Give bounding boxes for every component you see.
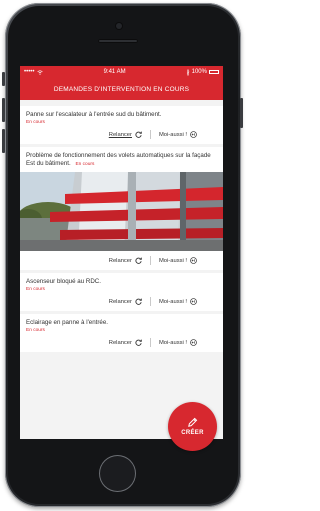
front-camera (116, 23, 122, 29)
moi-aussi-label: Moi-aussi ! (158, 257, 187, 264)
moi-aussi-button[interactable]: Moi-aussi ! (159, 298, 197, 305)
moi-aussi-label: Moi-aussi ! (158, 131, 187, 138)
moi-aussi-button[interactable]: Moi-aussi ! (159, 257, 197, 264)
create-button-label: CRÉER (181, 430, 204, 436)
moi-aussi-label: Moi-aussi ! (158, 339, 187, 346)
plus-one-icon (190, 257, 197, 264)
plus-one-icon (190, 298, 197, 305)
volume-down-button (2, 129, 5, 153)
action-divider (149, 338, 151, 347)
request-title: Problème de fonctionnement des volets au… (26, 152, 211, 167)
request-title: Ascenseur bloqué au RDC. (26, 278, 101, 285)
status-badge: En cours (75, 162, 95, 167)
plus-one-icon (190, 339, 197, 346)
relancer-button[interactable]: Relancer (109, 298, 142, 305)
battery-icon (208, 70, 219, 74)
app-screen: ••••• 9:41 AM ∦ 100% DEMANDES D'INTERVEN… (20, 66, 223, 439)
mute-switch (2, 72, 5, 86)
relancer-label: Relancer (108, 257, 132, 264)
plus-one-icon (190, 131, 197, 138)
refresh-icon (135, 131, 142, 138)
battery-percent: 100% (191, 69, 207, 75)
refresh-icon (135, 298, 142, 305)
relancer-button[interactable]: Relancer (109, 339, 142, 346)
request-photo (20, 172, 223, 251)
create-request-button[interactable]: CRÉER (168, 402, 217, 451)
status-bar: ••••• 9:41 AM ∦ 100% (20, 66, 223, 78)
building-facade-image (20, 172, 223, 251)
home-button[interactable] (99, 455, 136, 492)
request-card[interactable]: Panne sur l'escalateur à l'entrée sud du… (20, 106, 223, 144)
moi-aussi-button[interactable]: Moi-aussi ! (159, 339, 197, 346)
bluetooth-icon: ∦ (186, 69, 190, 76)
request-card[interactable]: Eclairage en panne à l'entrée. En cours … (20, 314, 223, 352)
action-divider (149, 256, 151, 265)
moi-aussi-button[interactable]: Moi-aussi ! (159, 131, 197, 138)
refresh-icon (135, 339, 142, 346)
refresh-icon (135, 257, 142, 264)
action-divider (149, 297, 151, 306)
signal-dots: ••••• (24, 69, 35, 75)
status-time: 9:41 AM (103, 69, 126, 75)
request-actions: Relancer Moi-aussi ! (26, 292, 217, 311)
relancer-label: Relancer (108, 339, 132, 346)
relancer-label: Relancer (108, 298, 132, 305)
request-title: Panne sur l'escalateur à l'entrée sud du… (26, 111, 162, 118)
power-button (240, 98, 243, 128)
page-title: DEMANDES D'INTERVENTION EN COURS (20, 78, 223, 100)
volume-up-button (2, 98, 5, 122)
request-title: Eclairage en panne à l'entrée. (26, 319, 109, 326)
request-card[interactable]: Ascenseur bloqué au RDC. En cours Relanc… (20, 273, 223, 311)
relancer-button[interactable]: Relancer (109, 257, 142, 264)
request-actions: Relancer Moi-aussi ! (26, 125, 217, 144)
relancer-button[interactable]: Relancer (109, 131, 142, 138)
request-actions: Relancer Moi-aussi ! (26, 333, 217, 352)
relancer-label: Relancer (108, 131, 132, 138)
pencil-icon (188, 417, 198, 427)
action-divider (149, 130, 151, 139)
moi-aussi-label: Moi-aussi ! (158, 298, 187, 305)
request-actions: Relancer Moi-aussi ! (26, 251, 217, 270)
earpiece-speaker (98, 39, 138, 43)
wifi-icon (36, 69, 43, 75)
request-card[interactable]: Problème de fonctionnement des volets au… (20, 147, 223, 270)
